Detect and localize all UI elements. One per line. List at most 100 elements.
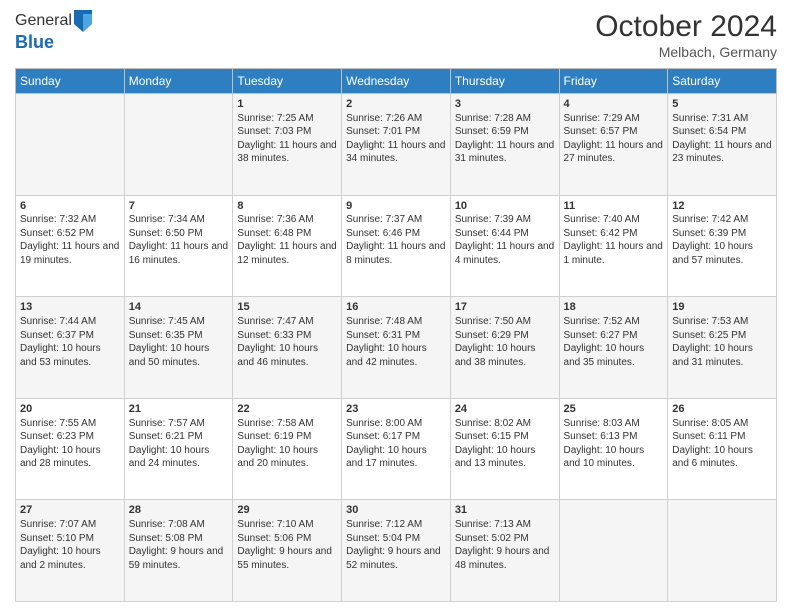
day-info: Sunset: 5:02 PM (455, 532, 555, 546)
logo-general-text: General (15, 12, 72, 30)
calendar-table: Sunday Monday Tuesday Wednesday Thursday… (15, 68, 777, 602)
day-info: Sunrise: 7:36 AM (237, 213, 337, 227)
calendar-cell: 8Sunrise: 7:36 AMSunset: 6:48 PMDaylight… (233, 195, 342, 297)
day-info: Daylight: 11 hours and 27 minutes. (564, 139, 664, 166)
day-info: Sunset: 6:37 PM (20, 329, 120, 343)
day-info: Sunrise: 7:58 AM (237, 417, 337, 431)
calendar-week-row: 20Sunrise: 7:55 AMSunset: 6:23 PMDayligh… (16, 398, 777, 500)
day-info: Sunset: 6:44 PM (455, 227, 555, 241)
calendar-cell: 6Sunrise: 7:32 AMSunset: 6:52 PMDaylight… (16, 195, 125, 297)
calendar-week-row: 6Sunrise: 7:32 AMSunset: 6:52 PMDaylight… (16, 195, 777, 297)
day-number: 11 (564, 199, 664, 214)
calendar-cell: 15Sunrise: 7:47 AMSunset: 6:33 PMDayligh… (233, 297, 342, 399)
day-number: 7 (129, 199, 229, 214)
calendar-cell: 1Sunrise: 7:25 AMSunset: 7:03 PMDaylight… (233, 94, 342, 196)
day-info: Sunset: 7:01 PM (346, 125, 446, 139)
day-info: Sunset: 6:29 PM (455, 329, 555, 343)
day-info: Sunset: 6:54 PM (672, 125, 772, 139)
day-info: Sunset: 6:52 PM (20, 227, 120, 241)
day-number: 30 (346, 503, 446, 518)
day-info: Daylight: 11 hours and 34 minutes. (346, 139, 446, 166)
day-info: Sunset: 6:21 PM (129, 430, 229, 444)
day-number: 5 (672, 97, 772, 112)
day-number: 20 (20, 402, 120, 417)
calendar-cell: 31Sunrise: 7:13 AMSunset: 5:02 PMDayligh… (450, 500, 559, 602)
calendar-cell: 9Sunrise: 7:37 AMSunset: 6:46 PMDaylight… (342, 195, 451, 297)
calendar-cell: 12Sunrise: 7:42 AMSunset: 6:39 PMDayligh… (668, 195, 777, 297)
day-info: Sunrise: 8:05 AM (672, 417, 772, 431)
calendar-cell: 11Sunrise: 7:40 AMSunset: 6:42 PMDayligh… (559, 195, 668, 297)
day-info: Daylight: 9 hours and 48 minutes. (455, 545, 555, 572)
day-info: Sunset: 6:42 PM (564, 227, 664, 241)
day-number: 17 (455, 300, 555, 315)
calendar-body: 1Sunrise: 7:25 AMSunset: 7:03 PMDaylight… (16, 94, 777, 602)
day-number: 19 (672, 300, 772, 315)
day-number: 12 (672, 199, 772, 214)
location: Melbach, Germany (595, 44, 777, 60)
day-info: Sunrise: 7:47 AM (237, 315, 337, 329)
calendar-cell (16, 94, 125, 196)
calendar-cell: 18Sunrise: 7:52 AMSunset: 6:27 PMDayligh… (559, 297, 668, 399)
calendar-cell (559, 500, 668, 602)
day-number: 14 (129, 300, 229, 315)
day-info: Daylight: 11 hours and 4 minutes. (455, 240, 555, 267)
day-info: Daylight: 10 hours and 24 minutes. (129, 444, 229, 471)
day-info: Daylight: 11 hours and 38 minutes. (237, 139, 337, 166)
day-info: Daylight: 10 hours and 50 minutes. (129, 342, 229, 369)
calendar-cell: 28Sunrise: 7:08 AMSunset: 5:08 PMDayligh… (124, 500, 233, 602)
logo-blue-text: Blue (15, 32, 92, 53)
day-info: Sunset: 6:31 PM (346, 329, 446, 343)
calendar-cell: 14Sunrise: 7:45 AMSunset: 6:35 PMDayligh… (124, 297, 233, 399)
col-wednesday: Wednesday (342, 69, 451, 94)
header: General Blue October 2024 Melbach, Germa… (15, 10, 777, 60)
day-info: Daylight: 10 hours and 31 minutes. (672, 342, 772, 369)
logo-icon (74, 10, 92, 32)
day-number: 28 (129, 503, 229, 518)
day-number: 13 (20, 300, 120, 315)
day-info: Sunrise: 8:00 AM (346, 417, 446, 431)
day-number: 26 (672, 402, 772, 417)
calendar-cell: 27Sunrise: 7:07 AMSunset: 5:10 PMDayligh… (16, 500, 125, 602)
day-info: Daylight: 10 hours and 2 minutes. (20, 545, 120, 572)
day-info: Sunset: 6:35 PM (129, 329, 229, 343)
calendar-cell: 10Sunrise: 7:39 AMSunset: 6:44 PMDayligh… (450, 195, 559, 297)
day-number: 31 (455, 503, 555, 518)
day-info: Sunset: 6:39 PM (672, 227, 772, 241)
day-info: Daylight: 11 hours and 23 minutes. (672, 139, 772, 166)
calendar-cell: 25Sunrise: 8:03 AMSunset: 6:13 PMDayligh… (559, 398, 668, 500)
day-info: Sunrise: 7:52 AM (564, 315, 664, 329)
calendar-cell: 23Sunrise: 8:00 AMSunset: 6:17 PMDayligh… (342, 398, 451, 500)
calendar-cell: 26Sunrise: 8:05 AMSunset: 6:11 PMDayligh… (668, 398, 777, 500)
day-number: 16 (346, 300, 446, 315)
day-info: Sunset: 6:23 PM (20, 430, 120, 444)
day-number: 21 (129, 402, 229, 417)
day-number: 9 (346, 199, 446, 214)
day-info: Sunset: 6:50 PM (129, 227, 229, 241)
day-info: Daylight: 11 hours and 8 minutes. (346, 240, 446, 267)
day-number: 2 (346, 97, 446, 112)
calendar-cell (124, 94, 233, 196)
day-info: Sunset: 6:59 PM (455, 125, 555, 139)
day-info: Daylight: 9 hours and 59 minutes. (129, 545, 229, 572)
day-number: 3 (455, 97, 555, 112)
day-info: Sunset: 7:03 PM (237, 125, 337, 139)
day-info: Daylight: 11 hours and 31 minutes. (455, 139, 555, 166)
day-info: Sunset: 6:48 PM (237, 227, 337, 241)
day-info: Sunrise: 7:07 AM (20, 518, 120, 532)
day-info: Sunrise: 7:34 AM (129, 213, 229, 227)
day-number: 24 (455, 402, 555, 417)
day-info: Sunrise: 7:39 AM (455, 213, 555, 227)
calendar-cell: 7Sunrise: 7:34 AMSunset: 6:50 PMDaylight… (124, 195, 233, 297)
day-number: 18 (564, 300, 664, 315)
logo: General Blue (15, 10, 92, 53)
calendar-week-row: 13Sunrise: 7:44 AMSunset: 6:37 PMDayligh… (16, 297, 777, 399)
day-info: Daylight: 10 hours and 38 minutes. (455, 342, 555, 369)
calendar-cell: 24Sunrise: 8:02 AMSunset: 6:15 PMDayligh… (450, 398, 559, 500)
day-info: Sunset: 6:11 PM (672, 430, 772, 444)
day-info: Daylight: 10 hours and 6 minutes. (672, 444, 772, 471)
day-info: Sunrise: 7:25 AM (237, 112, 337, 126)
calendar-cell: 16Sunrise: 7:48 AMSunset: 6:31 PMDayligh… (342, 297, 451, 399)
day-info: Sunrise: 7:26 AM (346, 112, 446, 126)
day-info: Sunrise: 7:29 AM (564, 112, 664, 126)
day-number: 6 (20, 199, 120, 214)
